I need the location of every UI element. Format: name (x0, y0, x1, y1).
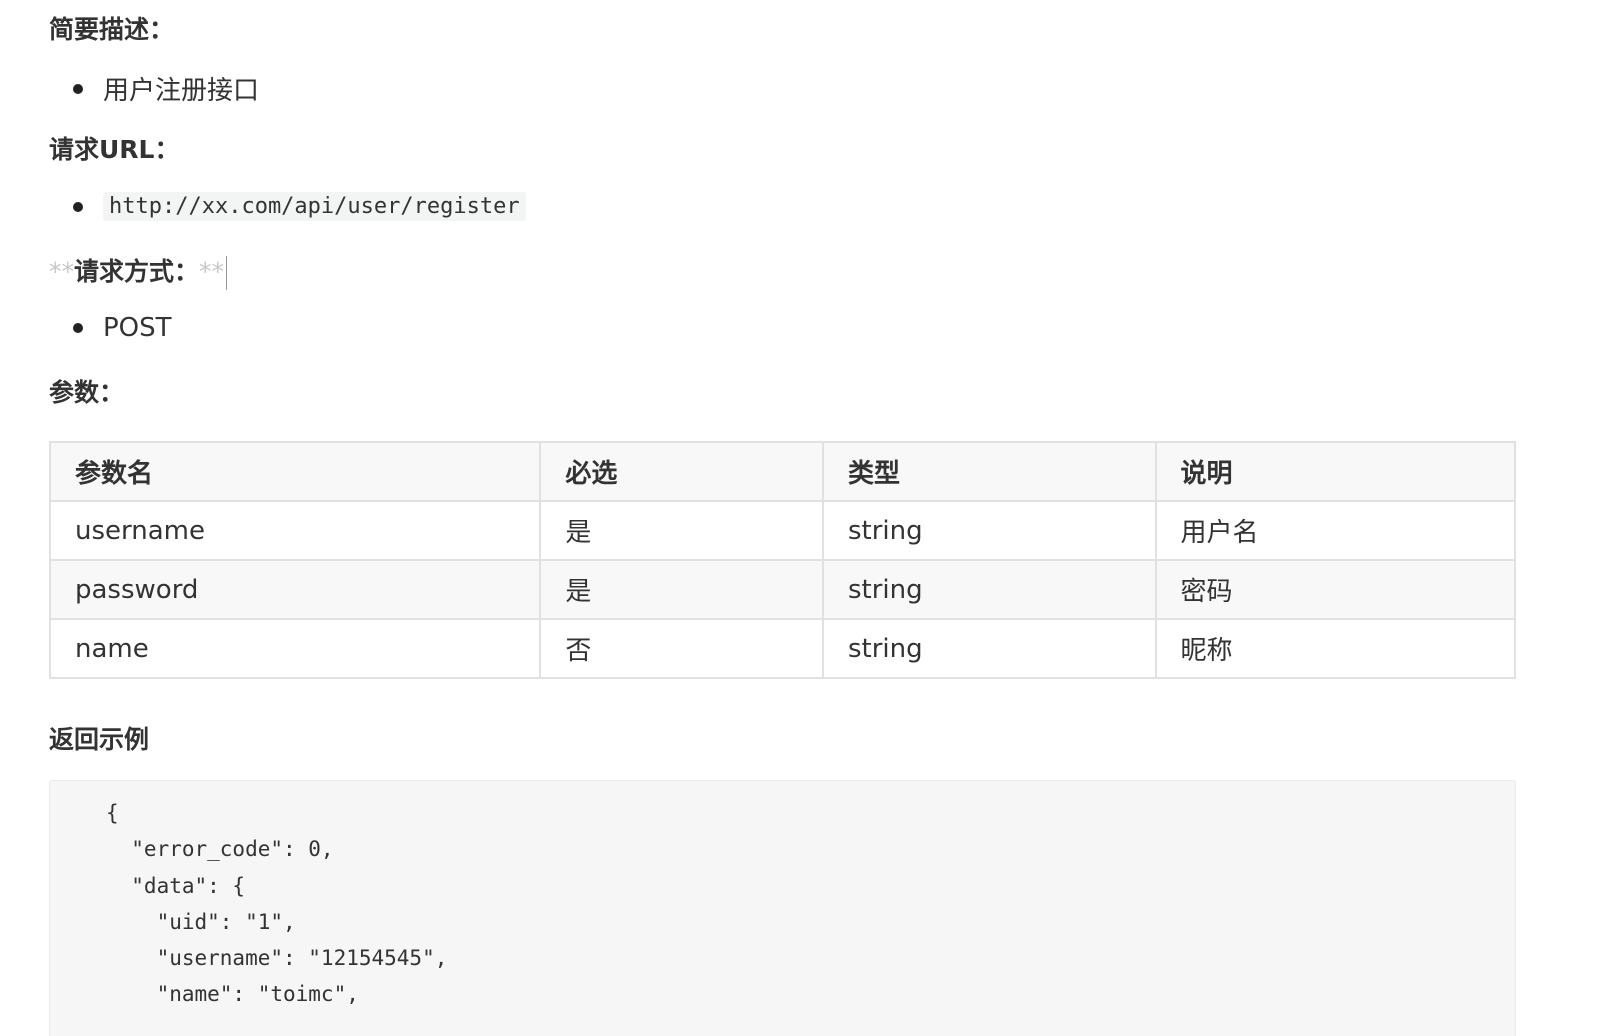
markdown-bold-marker-open: ** (49, 257, 74, 286)
bullet-icon (73, 323, 83, 333)
table-cell: username (48, 500, 542, 561)
table-cell: 昵称 (1154, 618, 1517, 679)
table-cell: 密码 (1154, 559, 1517, 620)
description-text: 用户注册接口 (103, 76, 260, 106)
method-list-item: POST (73, 313, 172, 343)
bullet-icon (73, 201, 83, 212)
table-cell: 用户名 (1154, 500, 1517, 561)
response-code-block[interactable]: { "error_code": 0, "data": { "uid": "1",… (49, 780, 1516, 1036)
code-line: "name": "toimc", (106, 982, 359, 1007)
table-cell: string (821, 559, 1157, 620)
code-line: { (106, 801, 119, 825)
description-list-item: 用户注册接口 (73, 70, 259, 107)
table-cell: string (821, 618, 1157, 679)
method-text: POST (103, 313, 172, 343)
text-cursor (226, 256, 228, 290)
code-line: "username": "12154545", (106, 946, 448, 971)
params-table: 参数名 必选 类型 说明 username 是 string 用户名 passw… (48, 441, 1517, 679)
url-heading: 请求URL： (49, 135, 180, 164)
table-header-row: 参数名 必选 类型 说明 (48, 441, 1517, 502)
table-row: username 是 string 用户名 (48, 500, 1517, 561)
table-cell: 是 (539, 500, 824, 561)
bullet-icon (73, 83, 83, 94)
table-row: name 否 string 昵称 (48, 618, 1517, 679)
params-heading: 参数： (49, 378, 125, 407)
table-header-cell: 说明 (1154, 441, 1517, 502)
description-heading: 简要描述： (49, 15, 175, 44)
method-heading-text: 请求方式： (74, 257, 200, 286)
table-header-cell: 参数名 (48, 441, 542, 502)
url-list-item: http://xx.com/api/user/register (73, 192, 526, 221)
table-cell: string (821, 500, 1157, 561)
table-cell: name (48, 618, 542, 679)
table-cell: 是 (539, 559, 824, 620)
table-cell: 否 (539, 618, 824, 679)
url-inline-code[interactable]: http://xx.com/api/user/register (103, 192, 526, 221)
markdown-bold-marker-close: ** (199, 257, 225, 286)
table-cell: password (48, 559, 542, 620)
method-heading[interactable]: **请求方式：** (49, 252, 228, 290)
table-row: password 是 string 密码 (48, 559, 1517, 620)
code-line: "error_code": 0, (106, 837, 334, 862)
table-header-cell: 必选 (539, 441, 824, 502)
table-header-cell: 类型 (821, 441, 1157, 502)
code-line: "data": { (106, 873, 246, 898)
response-heading: 返回示例 (49, 725, 150, 754)
code-line: "uid": "1", (106, 909, 296, 934)
